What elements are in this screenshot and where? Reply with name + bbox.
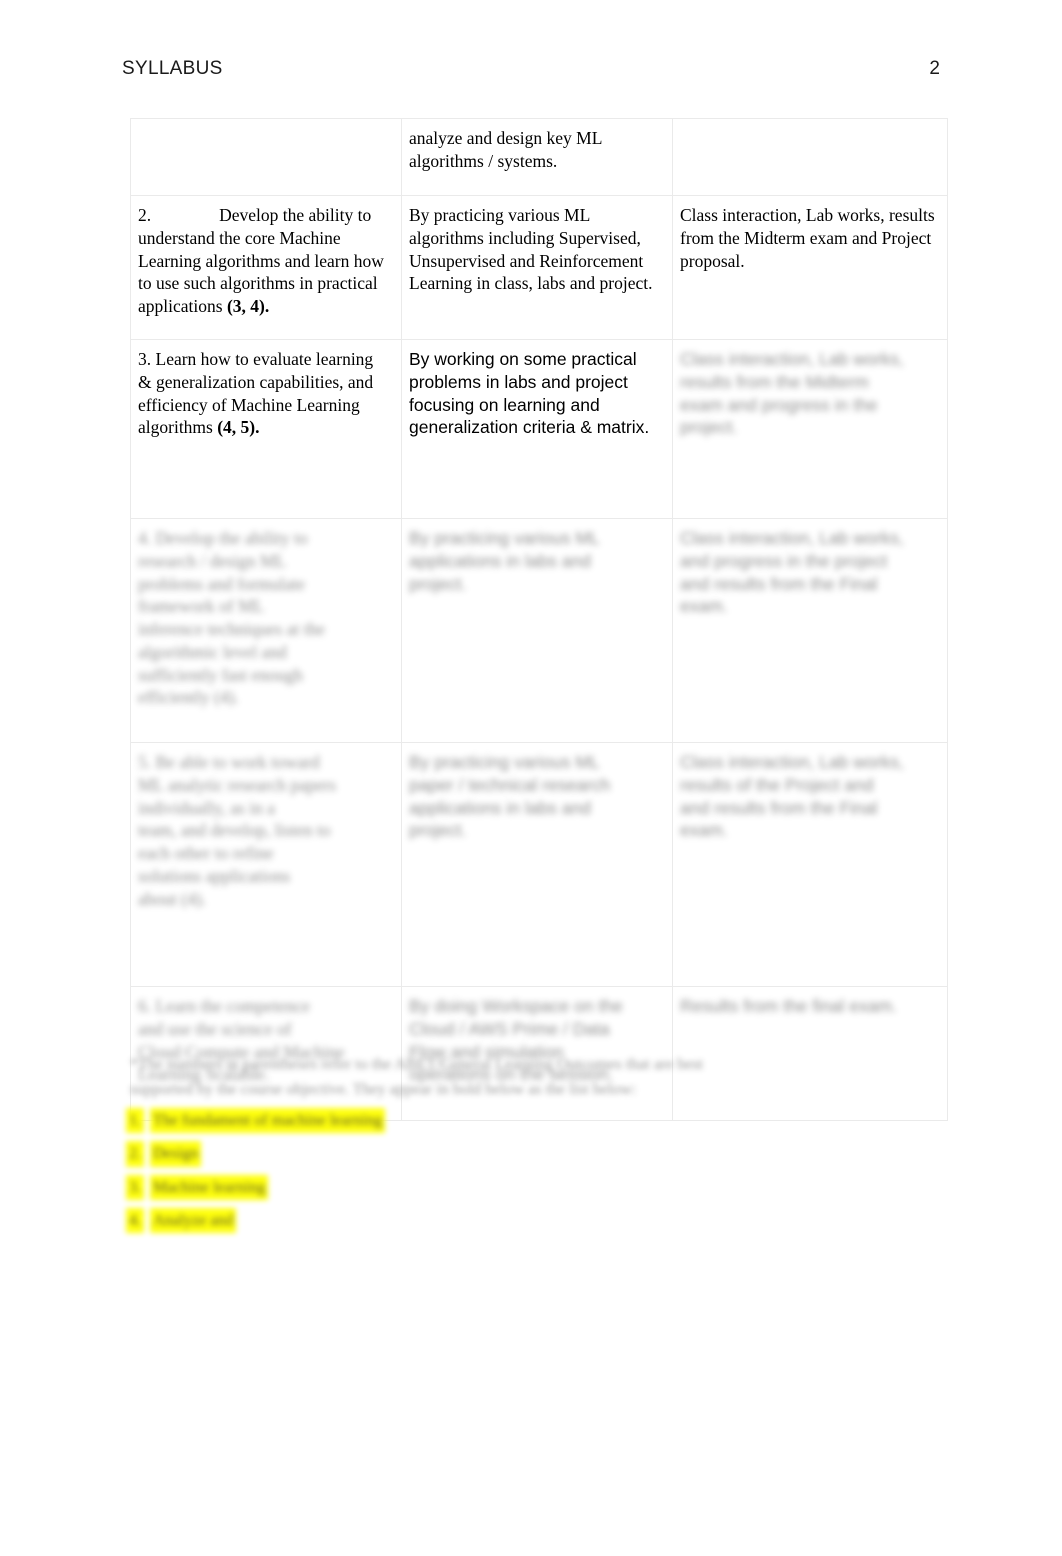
blurred-line: Results from the final exam. — [680, 996, 897, 1016]
list-item-number: 3. — [126, 1174, 144, 1200]
list-item-number: 2. — [126, 1141, 144, 1167]
blurred-line: By practicing various ML — [409, 752, 600, 772]
blurred-line: project. — [409, 573, 467, 594]
blurred-line: exam. — [680, 596, 728, 617]
outcome-cell-blurred: 5. Be able to work toward ML analytic re… — [130, 742, 402, 987]
blurred-line: project. — [680, 417, 738, 438]
assessment-cell-blurred: Class interaction, Lab works, results of… — [672, 742, 948, 987]
assessment-cell — [672, 118, 948, 196]
list-item: 4. Analyze and — [126, 1207, 546, 1234]
table-row: analyze and design key ML algorithms / s… — [130, 118, 948, 196]
highlighted-outcome-list: 1. The fundament of machine learning 2. … — [126, 1108, 546, 1241]
blurred-line: and use the science of — [138, 1018, 292, 1039]
blurred-line: problems and formulate — [138, 573, 306, 594]
blurred-line: applications in labs and — [409, 797, 591, 818]
table-row: 3. Learn how to evaluate learning & gene… — [130, 339, 948, 519]
outcome-refs: (3, 4). — [226, 296, 270, 316]
achievement-cell-blurred: By practicing various ML applications in… — [401, 518, 673, 743]
learning-outcomes-table: analyze and design key ML algorithms / s… — [130, 118, 948, 1121]
blurred-line: 6. Learn the competence — [138, 996, 310, 1016]
document-title: SYLLABUS — [122, 58, 223, 79]
outcome-refs: (4, 5). — [217, 417, 260, 438]
blurred-line: Class interaction, Lab works, — [680, 752, 904, 772]
blurred-line: paper / technical research — [409, 774, 611, 795]
outcome-cell — [130, 118, 402, 196]
blurred-line: and results from the Final — [680, 797, 878, 818]
achievement-cell: By working on some practical problems in… — [401, 339, 673, 519]
list-item: 3. Machine learning — [126, 1174, 546, 1200]
achievement-cell-blurred: By practicing various ML paper / technic… — [401, 742, 673, 987]
list-item: 1. The fundament of machine learning — [126, 1108, 546, 1134]
list-item-number: 1. — [126, 1108, 144, 1134]
blurred-line: Class interaction, Lab works, — [680, 349, 904, 369]
blurred-line: exam and progress in the — [680, 394, 878, 415]
table-row: 5. Be able to work toward ML analytic re… — [130, 742, 948, 987]
table-row: 4. Develop the ability to research / des… — [130, 518, 948, 743]
outcome-cell: 2. Develop the ability to understand the … — [130, 195, 402, 340]
blurred-line: results of the Project and — [680, 774, 874, 795]
blurred-line: individually, as in a — [138, 797, 275, 818]
blurred-line: sufficiently fast enough — [138, 664, 303, 685]
list-item: 2. Design — [126, 1141, 546, 1167]
outcome-number: 2. — [138, 205, 152, 225]
footnote-line: *The numbers in parentheses refer to the… — [130, 1056, 704, 1073]
blurred-line: algorithmic level and — [138, 641, 287, 662]
blurred-line: solutions applications — [138, 865, 291, 886]
outcome-cell: 3. Learn how to evaluate learning & gene… — [130, 339, 402, 519]
list-item-label: Design — [150, 1141, 202, 1167]
blurred-line: each other to refine — [138, 843, 274, 863]
assessment-cell: Class interaction, Lab works, results fr… — [672, 195, 948, 340]
achievement-cell: By practicing various ML algorithms incl… — [401, 195, 673, 340]
list-item-number: 4. — [126, 1207, 144, 1234]
blurred-line: 5. Be able to work toward — [138, 752, 320, 772]
blurred-line: Class interaction, Lab works, — [680, 528, 904, 548]
footnote-paragraph: *The numbers in parentheses refer to the… — [130, 1053, 945, 1103]
running-header: SYLLABUS 2 — [122, 58, 940, 88]
outcome-cell-blurred: 4. Develop the ability to research / des… — [130, 518, 402, 743]
blurred-line: By practicing various ML — [409, 528, 600, 548]
blurred-line: research / design ML — [138, 550, 287, 571]
blurred-line: 4. Develop the ability to — [138, 528, 308, 548]
table-row: 2. Develop the ability to understand the … — [130, 195, 948, 340]
blurred-line: about (4). — [138, 888, 207, 909]
blurred-line: and progress in the project — [680, 550, 888, 571]
blurred-line: framework of ML — [138, 596, 265, 617]
blurred-line: inference techniques at the — [138, 619, 326, 639]
list-item-label: The fundament of machine learning — [150, 1108, 386, 1134]
blurred-line: team, and develop, listen to — [138, 820, 331, 841]
footnote-line: supported by the course objective. They … — [130, 1080, 637, 1098]
blurred-line: results from the Midterm — [680, 371, 869, 392]
page-number: 2 — [929, 58, 940, 79]
assessment-cell-blurred: Class interaction, Lab works, and progre… — [672, 518, 948, 743]
blurred-line: and results from the Final — [680, 573, 878, 594]
blurred-line: applications in labs and — [409, 550, 591, 571]
document-page: SYLLABUS 2 analyze and design key ML alg… — [0, 0, 1062, 1556]
blurred-line: exam. — [680, 820, 728, 841]
blurred-line: By doing Workspace on the — [409, 996, 623, 1016]
achievement-cell: analyze and design key ML algorithms / s… — [401, 118, 673, 196]
list-item-label: Analyze and — [150, 1207, 237, 1234]
blurred-line: project. — [409, 820, 467, 841]
assessment-cell-blurred: Class interaction, Lab works, results fr… — [672, 339, 948, 519]
blurred-line: ML analytic research papers — [138, 774, 337, 795]
blurred-line: Cloud / AWS Prime / Data — [409, 1018, 610, 1039]
blurred-line: efficiently (4). — [138, 687, 239, 708]
list-item-label: Machine learning — [150, 1174, 269, 1200]
